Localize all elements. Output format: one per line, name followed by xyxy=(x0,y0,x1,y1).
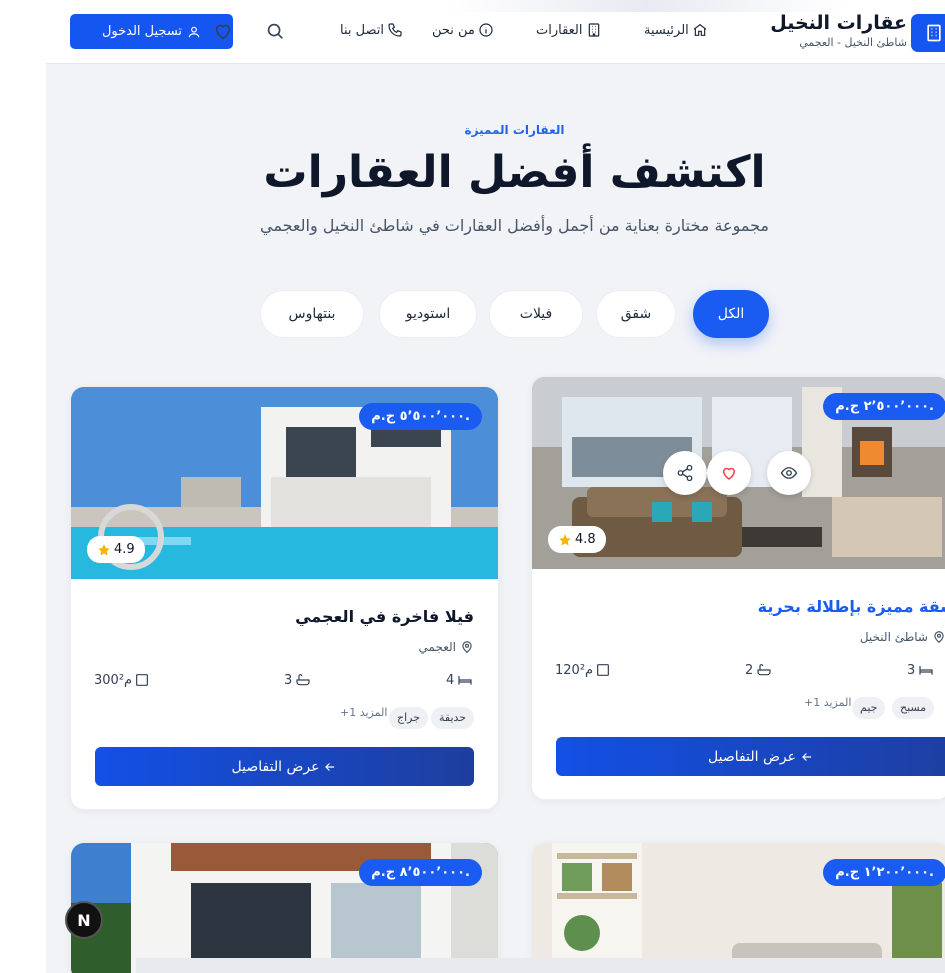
bathrooms-stat: 3 xyxy=(284,672,312,688)
property-image[interactable]: ٨٬٥٠٠٬٠٠٠ ج.م. xyxy=(71,843,498,973)
location-text: شاطئ النخيل xyxy=(859,630,928,644)
map-pin-icon xyxy=(462,641,472,654)
amenity-tag: جيم xyxy=(852,697,886,719)
hero-subtitle: مجموعة مختارة بعناية من أجمل وأفضل العقا… xyxy=(260,216,769,235)
property-image[interactable]: ٥٬٥٠٠٬٠٠٠ ج.م. 4.9 xyxy=(71,387,498,579)
property-location: العجمي xyxy=(419,640,474,654)
amenity-tag: حديقة xyxy=(431,707,475,729)
area-stat: 120م² xyxy=(555,662,611,678)
rating-badge: 4.8 xyxy=(548,526,606,553)
nav-home-label: الرئيسية xyxy=(644,22,689,38)
heart-icon xyxy=(215,24,231,40)
property-card[interactable]: ٢٬٥٠٠٬٠٠٠ ج.م. 4.8 شقة مميزة بإطلالة بحر… xyxy=(531,376,945,800)
rating-value: 4.8 xyxy=(575,532,596,547)
page: تسجيل الدخول اتصل بنا من نحن العقارات ال… xyxy=(46,0,945,973)
brand[interactable]: عقارات النخيل شاطئ النخيل - العجمي xyxy=(770,11,907,50)
search-icon xyxy=(267,23,283,39)
property-title[interactable]: شقة مميزة بإطلالة بحرية xyxy=(758,597,945,616)
share-button[interactable] xyxy=(663,451,707,495)
price-badge: ١٬٢٠٠٬٠٠٠ ج.م. xyxy=(823,859,945,886)
arrow-left-icon xyxy=(325,762,335,771)
amenity-tag: جراج xyxy=(389,707,429,729)
view-details-button[interactable]: عرض التفاصيل xyxy=(556,737,945,776)
area-icon xyxy=(597,664,610,676)
nav-about-label: من نحن xyxy=(432,22,475,38)
nav-contact-label: اتصل بنا xyxy=(340,22,384,38)
user-icon xyxy=(188,26,200,37)
nav-contact[interactable]: اتصل بنا xyxy=(340,22,403,38)
bathrooms-value: 3 xyxy=(284,672,293,688)
property-card[interactable]: ١٬٢٠٠٬٠٠٠ ج.م. xyxy=(531,842,945,973)
price-badge: ٥٬٥٠٠٬٠٠٠ ج.م. xyxy=(359,403,482,430)
bedrooms-stat: 3 xyxy=(907,662,935,678)
brand-subtitle: شاطئ النخيل - العجمي xyxy=(799,36,907,49)
bath-icon xyxy=(296,674,310,686)
details-label: عرض التفاصيل xyxy=(231,758,320,775)
quick-view-button[interactable] xyxy=(767,451,811,495)
top-navbar: تسجيل الدخول اتصل بنا من نحن العقارات ال… xyxy=(46,0,945,64)
rating-value: 4.9 xyxy=(114,542,135,557)
share-icon xyxy=(677,464,693,482)
bathrooms-value: 2 xyxy=(745,662,754,678)
area-value: 120م² xyxy=(555,662,594,678)
hero-title: اكتشف أفضل العقارات xyxy=(263,147,766,198)
section-eyebrow: العقارات المميزة xyxy=(464,123,565,137)
property-title[interactable]: فيلا فاخرة في العجمي xyxy=(295,607,474,626)
favorite-button[interactable] xyxy=(707,451,751,495)
bathrooms-stat: 2 xyxy=(745,662,773,678)
nav-properties[interactable]: العقارات xyxy=(536,22,602,38)
filter-all[interactable]: الكل xyxy=(693,290,769,338)
favorites-button[interactable] xyxy=(212,20,234,42)
bath-icon xyxy=(757,664,771,676)
building-icon xyxy=(588,23,599,37)
rating-badge: 4.9 xyxy=(87,536,145,563)
brand-name: عقارات النخيل xyxy=(770,12,907,34)
horizontal-scrollbar[interactable] xyxy=(136,958,945,973)
login-button[interactable]: تسجيل الدخول xyxy=(70,14,233,49)
phone-icon xyxy=(388,23,402,37)
property-image[interactable]: ٢٬٥٠٠٬٠٠٠ ج.م. 4.8 xyxy=(532,377,945,569)
filter-villas[interactable]: فيلات xyxy=(489,290,583,338)
brand-logo[interactable] xyxy=(911,14,945,52)
login-label: تسجيل الدخول xyxy=(101,24,183,39)
location-text: العجمي xyxy=(418,640,456,654)
nav-home[interactable]: الرئيسية xyxy=(644,22,708,38)
eye-icon xyxy=(780,467,798,479)
property-card[interactable]: ٥٬٥٠٠٬٠٠٠ ج.م. 4.9 فيلا فاخرة في العجمي … xyxy=(70,386,499,810)
heart-icon xyxy=(722,467,736,480)
view-details-button[interactable]: عرض التفاصيل xyxy=(95,747,474,786)
area-value: 300م² xyxy=(94,672,133,688)
bedrooms-value: 4 xyxy=(446,672,455,688)
area-stat: 300م² xyxy=(94,672,150,688)
star-icon xyxy=(559,533,571,546)
bedrooms-value: 3 xyxy=(907,662,916,678)
map-pin-icon xyxy=(934,631,944,644)
details-label: عرض التفاصيل xyxy=(708,748,796,765)
bed-icon xyxy=(919,666,933,675)
info-icon xyxy=(479,23,493,37)
dev-tools-badge[interactable]: N xyxy=(65,901,103,939)
property-image[interactable]: ١٬٢٠٠٬٠٠٠ ج.م. xyxy=(532,843,945,973)
arrow-left-icon xyxy=(802,752,812,761)
property-card[interactable]: ٨٬٥٠٠٬٠٠٠ ج.م. xyxy=(70,842,499,973)
amenity-tag: مسبح xyxy=(892,697,935,719)
bedrooms-stat: 4 xyxy=(446,672,474,688)
filter-penthouse[interactable]: بنتهاوس xyxy=(260,290,364,338)
search-button[interactable] xyxy=(264,20,286,42)
nav-about[interactable]: من نحن xyxy=(432,22,494,38)
filter-studio[interactable]: استوديو xyxy=(379,290,477,338)
area-icon xyxy=(136,674,149,686)
building-logo-icon xyxy=(927,24,941,42)
star-icon xyxy=(98,543,110,556)
more-amenities[interactable]: +1 المزيد xyxy=(804,696,851,709)
price-badge: ٨٬٥٠٠٬٠٠٠ ج.م. xyxy=(359,859,482,886)
more-amenities[interactable]: +1 المزيد xyxy=(340,706,387,719)
property-location: شاطئ النخيل xyxy=(860,630,945,644)
bed-icon xyxy=(458,676,472,685)
home-icon xyxy=(693,23,707,36)
price-badge: ٢٬٥٠٠٬٠٠٠ ج.م. xyxy=(823,393,945,420)
nav-properties-label: العقارات xyxy=(536,22,583,38)
filter-apartments[interactable]: شقق xyxy=(596,290,676,338)
